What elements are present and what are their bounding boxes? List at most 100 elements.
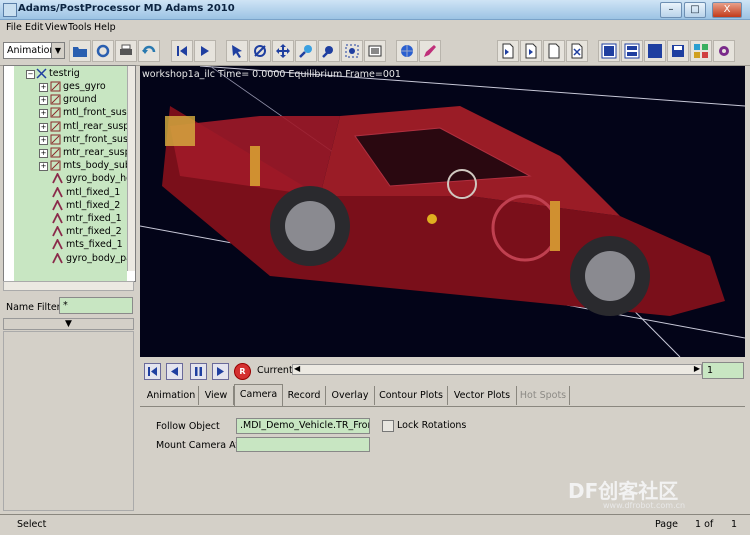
globe-icon[interactable] <box>396 40 418 62</box>
tree-item[interactable]: mtl_rear_suspe <box>63 120 135 133</box>
expand-toggle[interactable]: + <box>39 135 48 145</box>
maximize-button[interactable]: □ <box>684 2 706 18</box>
tree-item[interactable]: mtr_front_susp <box>63 133 134 146</box>
fit-icon[interactable] <box>341 40 363 62</box>
joint-icon <box>52 199 63 211</box>
select-icon[interactable] <box>226 40 248 62</box>
refresh-icon[interactable] <box>92 40 114 62</box>
expand-toggle[interactable]: + <box>39 109 48 119</box>
settings-icon[interactable] <box>690 40 712 62</box>
tab-record[interactable]: Record <box>283 386 326 405</box>
tab-view[interactable]: View <box>199 386 234 405</box>
expand-toggle[interactable]: + <box>39 96 48 106</box>
render-icon[interactable] <box>364 40 386 62</box>
follow-object-label: Follow Object <box>156 421 220 432</box>
expand-toggle[interactable]: + <box>39 162 48 172</box>
pause-icon[interactable] <box>190 363 207 380</box>
joint-icon <box>52 226 63 237</box>
mount-camera-field[interactable] <box>236 437 370 452</box>
status-bar: Select Page 1 of 1 <box>0 514 750 535</box>
joint-icon <box>52 173 63 184</box>
tab-camera[interactable]: Camera <box>234 384 283 406</box>
zoom-box-icon[interactable] <box>318 40 340 62</box>
tree-item[interactable]: ges_gyro <box>63 80 106 93</box>
menu-view[interactable]: View <box>45 22 68 33</box>
save-icon[interactable] <box>667 40 689 62</box>
page-delete-icon[interactable] <box>566 40 588 62</box>
car-model-render <box>140 66 745 357</box>
layout-3-icon[interactable] <box>644 40 666 62</box>
tab-hot-spots[interactable]: Hot Spots <box>517 386 570 405</box>
play-forward-icon[interactable] <box>212 363 229 380</box>
tree-item[interactable]: mtl_fixed_1 <box>66 186 120 199</box>
expand-toggle[interactable]: + <box>39 122 48 132</box>
menu-edit[interactable]: Edit <box>25 22 43 33</box>
tree-item[interactable]: gyro_body_ho <box>66 172 132 185</box>
tree-item[interactable]: mtl_fixed_2 <box>66 199 120 212</box>
expand-toggle[interactable]: + <box>39 83 48 92</box>
play-icon[interactable] <box>194 40 216 62</box>
tree-item[interactable]: mtr_fixed_2 <box>66 225 122 238</box>
tab-vector-plots[interactable]: Vector Plots <box>448 386 517 405</box>
page-nav-icon[interactable] <box>497 40 519 62</box>
subsystem-icon <box>50 160 61 171</box>
translate-icon[interactable] <box>272 40 294 62</box>
tree-root[interactable]: testrig <box>49 67 80 80</box>
undo-icon[interactable] <box>138 40 160 62</box>
mode-select-value: Animation <box>7 45 56 56</box>
mode-select[interactable]: Animation ▼ <box>3 42 65 59</box>
zoom-icon[interactable] <box>295 40 317 62</box>
tree-vertical-scrollbar[interactable] <box>127 66 135 271</box>
minimize-button[interactable]: – <box>660 2 682 18</box>
rewind-icon[interactable] <box>144 363 161 380</box>
slider-left-arrow[interactable]: ◀ <box>294 364 300 373</box>
tab-overlay[interactable]: Overlay <box>326 386 375 405</box>
rotate-icon[interactable] <box>249 40 271 62</box>
filter-expand-button[interactable]: ▼ <box>3 318 134 330</box>
tab-animation[interactable]: Animation <box>144 386 199 405</box>
page-total: 1 <box>731 519 738 530</box>
tree-item[interactable]: mtl_front_susp <box>63 106 133 119</box>
frame-slider[interactable]: ◀ ▶ <box>292 364 702 375</box>
title-bar: Adams/PostProcessor MD Adams 2010 – □ X <box>0 0 750 20</box>
watermark-text: DF创客社区 <box>568 479 679 503</box>
expand-toggle[interactable]: + <box>39 149 48 158</box>
layout-1-icon[interactable] <box>598 40 620 62</box>
tree-item[interactable]: mtr_fixed_1 <box>66 212 122 225</box>
tree-item[interactable]: mtr_rear_susp <box>63 146 131 159</box>
graphics-viewport[interactable]: workshop1a_ilc Time= 0.0000 Equilibrium … <box>140 66 745 357</box>
first-frame-icon[interactable] <box>171 40 193 62</box>
page-forward-icon[interactable] <box>520 40 542 62</box>
tree-item[interactable]: gyro_body_paralle <box>66 252 135 265</box>
print-icon[interactable] <box>115 40 137 62</box>
tree-item[interactable]: mts_body_sub <box>63 159 131 172</box>
frame-number-field[interactable]: 1 <box>702 362 744 379</box>
tree-item[interactable]: mts_fixed_1 <box>66 238 123 251</box>
tab-contour-plots[interactable]: Contour Plots <box>375 386 448 405</box>
name-filter-label: Name Filter <box>6 302 61 313</box>
collapse-toggle[interactable]: − <box>26 70 35 79</box>
pen-icon[interactable] <box>419 40 441 62</box>
record-icon[interactable]: R <box>234 363 251 380</box>
window-title: Adams/PostProcessor MD Adams 2010 <box>18 3 235 14</box>
open-icon[interactable] <box>69 40 91 62</box>
subsystem-icon <box>50 134 61 145</box>
model-tree[interactable]: − testrig + ges_gyro + ground + mtl_front_sus… <box>3 65 136 282</box>
close-button[interactable]: X <box>712 2 742 18</box>
name-filter-input[interactable]: * <box>59 297 133 314</box>
page-new-icon[interactable] <box>543 40 565 62</box>
slider-right-arrow[interactable]: ▶ <box>694 364 700 373</box>
menu-file[interactable]: File <box>6 22 22 33</box>
layout-2-icon[interactable] <box>621 40 643 62</box>
menu-help[interactable]: Help <box>94 22 116 33</box>
follow-object-field[interactable]: .MDI_Demo_Vehicle.TR_Front_ <box>236 418 370 434</box>
menu-tools[interactable]: Tools <box>68 22 91 33</box>
joint-icon <box>52 213 63 224</box>
tree-item[interactable]: ground <box>63 93 97 106</box>
lock-rotations-checkbox[interactable] <box>382 420 394 432</box>
gear-icon[interactable] <box>713 40 735 62</box>
left-lower-panel <box>3 331 134 511</box>
watermark-url: www.dfrobot.com.cn <box>603 501 686 510</box>
tree-horizontal-scrollbar[interactable] <box>3 281 134 291</box>
play-backward-icon[interactable] <box>166 363 183 380</box>
